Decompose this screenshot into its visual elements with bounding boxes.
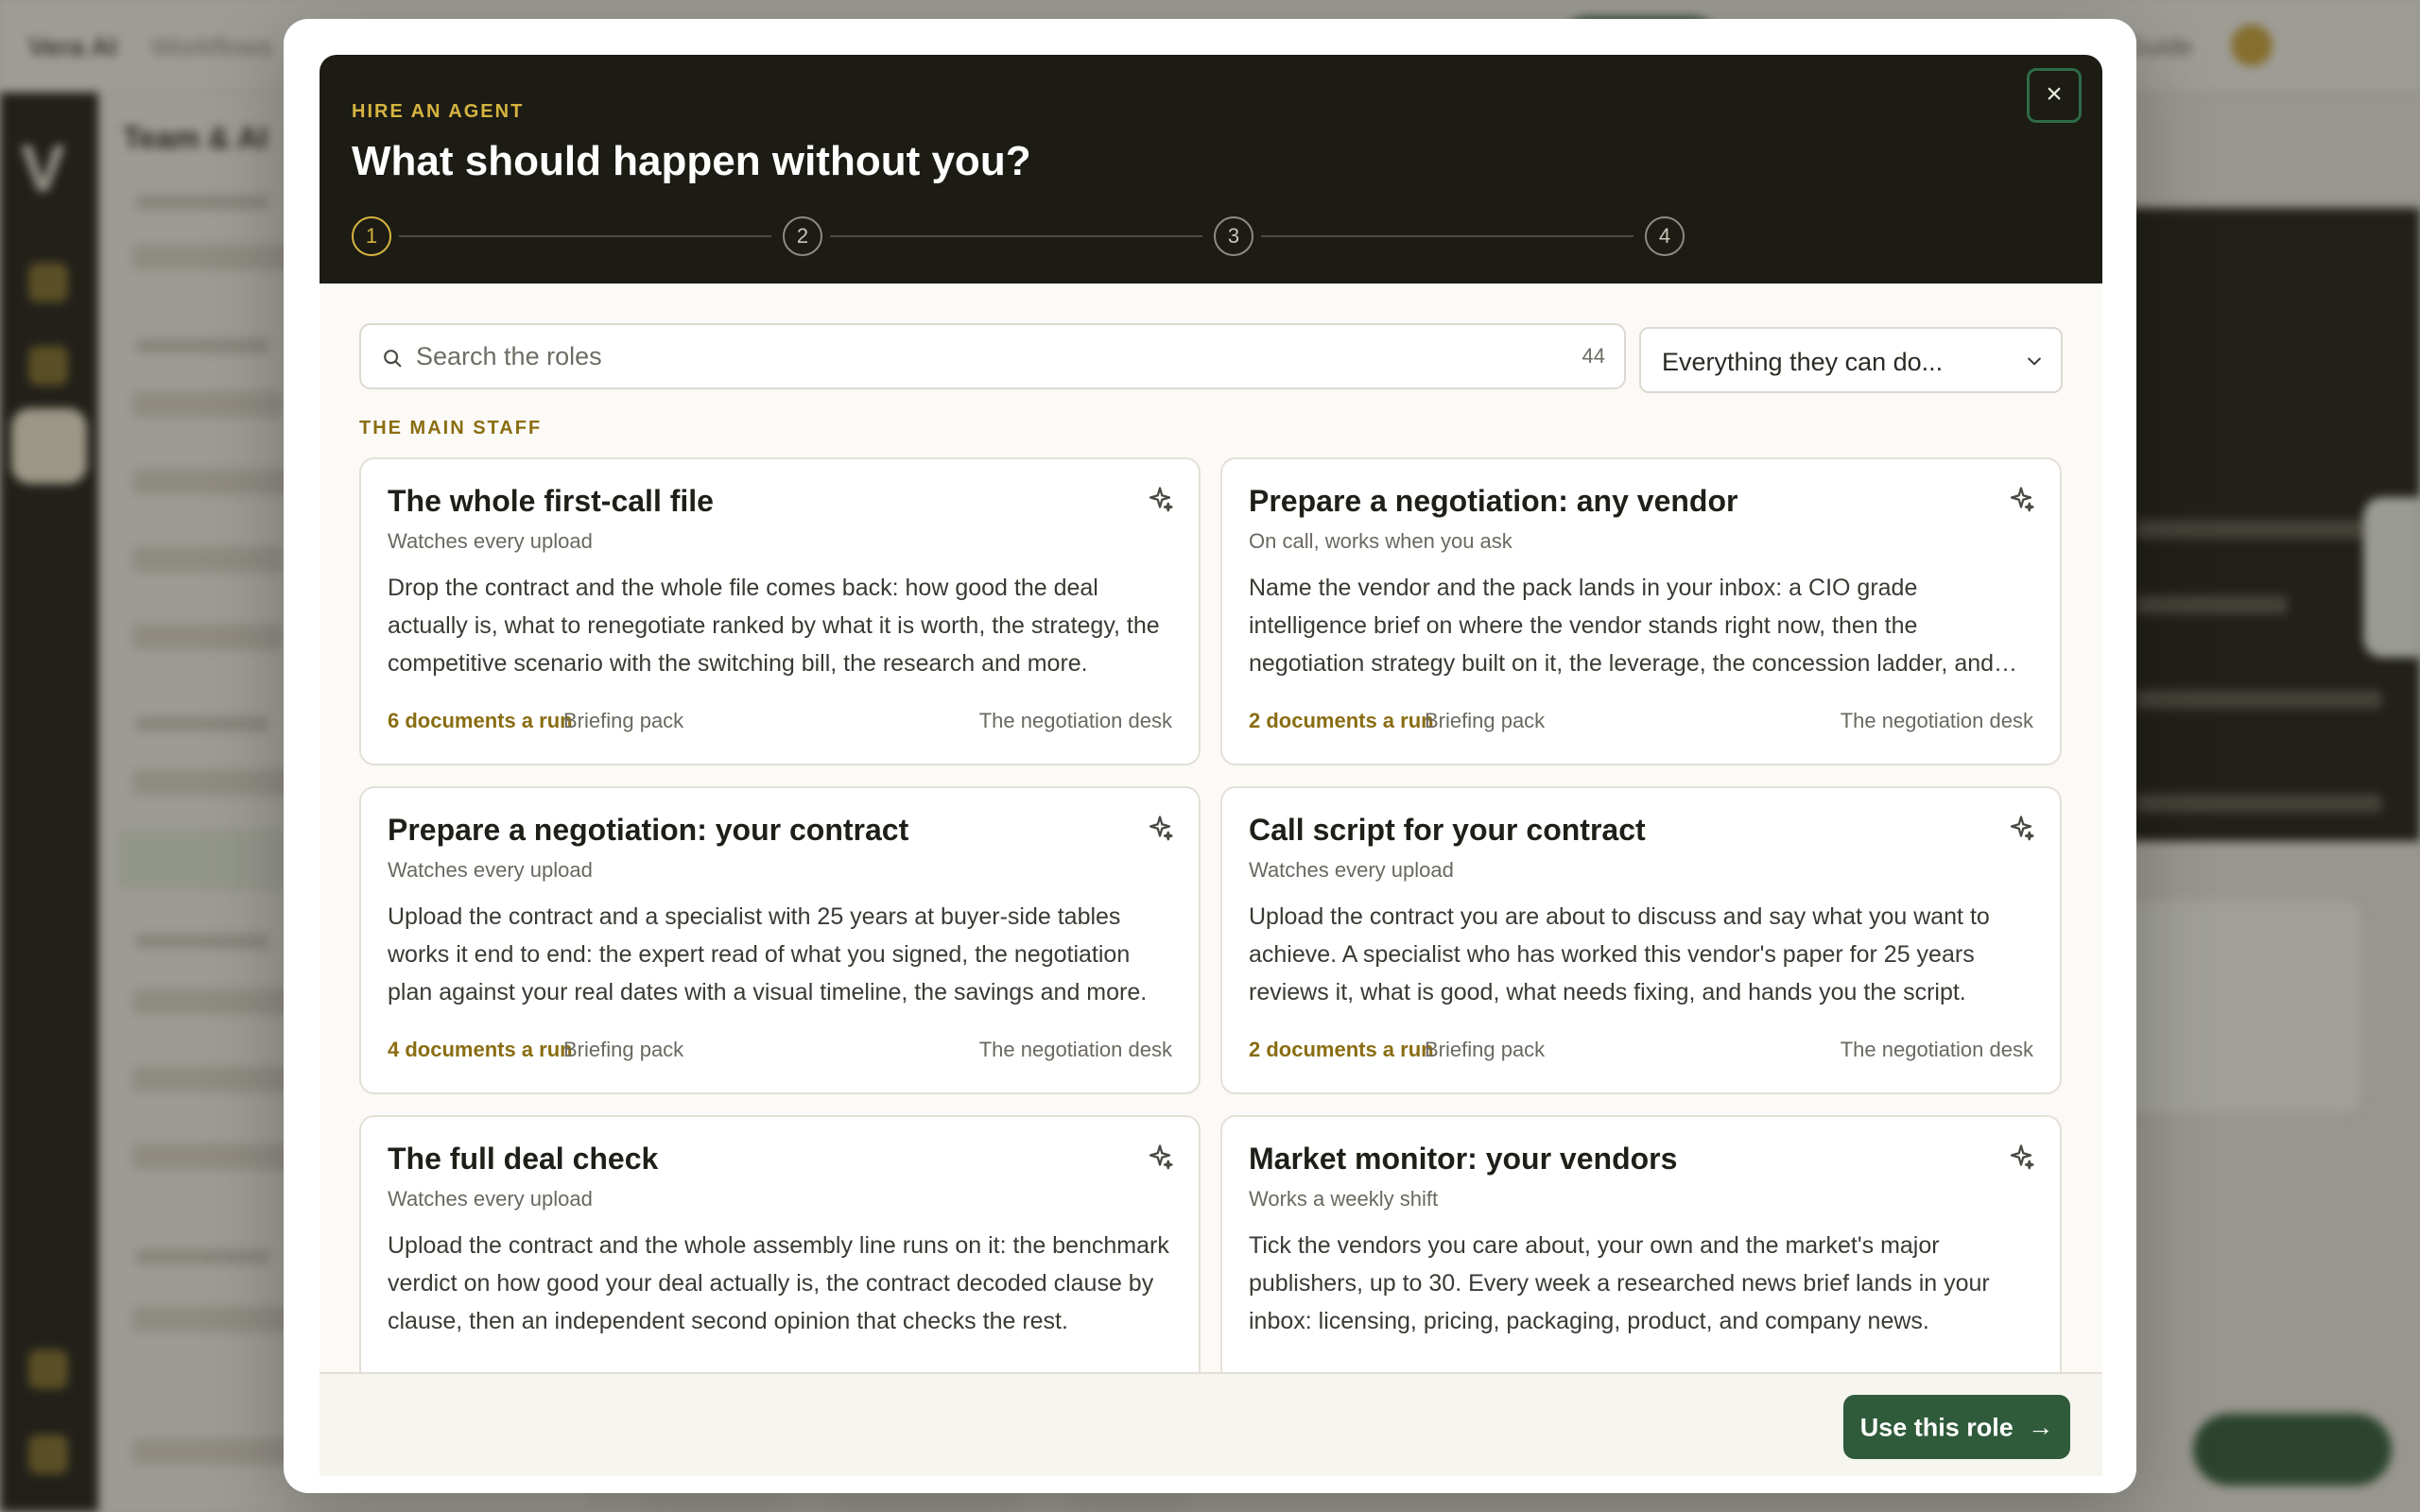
card-subtitle: Watches every upload (1249, 858, 1454, 882)
card-subtitle: Works a weekly shift (1249, 1187, 1439, 1211)
search-icon (384, 350, 402, 368)
card-description: Upload the contract and the whole assemb… (388, 1232, 1169, 1334)
card-desk: The negotiation desk (978, 709, 1172, 732)
card-desk: The negotiation desk (978, 1038, 1172, 1061)
role-card-full-deal-check[interactable]: The full deal check Watches every upload… (359, 1115, 1201, 1372)
card-subtitle: Watches every upload (388, 1187, 593, 1211)
role-card-negotiation-any-vendor[interactable]: Prepare a negotiation: any vendor On cal… (1220, 457, 2062, 765)
close-button[interactable]: × (2027, 68, 2082, 123)
step-1: 1 (352, 216, 391, 256)
step-indicator: 1 2 3 4 (352, 216, 1728, 256)
search-input[interactable] (416, 325, 1550, 387)
card-title: Market monitor: your vendors (1249, 1142, 1678, 1176)
sparkle-icon (2010, 1144, 2034, 1170)
modal-footer: Use this role → (320, 1372, 2102, 1476)
card-pack: Briefing pack (1425, 1038, 1546, 1061)
card-title: Prepare a negotiation: any vendor (1249, 484, 1738, 518)
sparkle-icon (2010, 487, 2034, 512)
card-description: Upload the contract and a specialist wit… (388, 903, 1148, 1005)
card-pack: Briefing pack (563, 1038, 684, 1061)
chevron-down-icon (2028, 357, 2041, 366)
section-label: THE MAIN STAFF (359, 418, 543, 438)
use-this-role-button[interactable]: Use this role → (1843, 1395, 2070, 1459)
capability-filter-select[interactable]: Everything they can do... (1639, 327, 2063, 393)
card-description: Name the vendor and the pack lands in yo… (1249, 575, 1995, 677)
card-pack: Briefing pack (563, 709, 684, 732)
sparkle-icon (1149, 1144, 1173, 1170)
card-subtitle: Watches every upload (388, 529, 593, 553)
card-desk: The negotiation desk (1840, 1038, 2033, 1061)
close-icon: × (2046, 78, 2063, 110)
role-card-market-monitor[interactable]: Market monitor: your vendors Works a wee… (1220, 1115, 2062, 1372)
card-docs-count: 2 documents a run (1249, 1038, 1434, 1061)
card-desk: The negotiation desk (1840, 709, 2033, 732)
modal-title: What should happen without you? (352, 138, 1031, 184)
modal-header: HIRE AN AGENT What should happen without… (320, 55, 2102, 284)
arrow-right-icon: → (2028, 1413, 2054, 1442)
card-docs-count: 6 documents a run (388, 709, 573, 732)
role-card-first-call-file[interactable]: The whole first-call file Watches every … (359, 457, 1201, 765)
step-connector (1261, 235, 1634, 237)
hire-agent-modal: HIRE AN AGENT What should happen without… (284, 19, 2136, 1493)
sparkle-icon (2010, 816, 2034, 841)
card-title: The whole first-call file (388, 484, 714, 518)
sparkle-icon (1149, 487, 1173, 512)
step-4: 4 (1645, 216, 1685, 256)
card-subtitle: On call, works when you ask (1249, 529, 1512, 553)
search-box: 44 (359, 323, 1626, 389)
card-docs-count: 4 documents a run (388, 1038, 573, 1061)
card-description: Upload the contract you are about to dis… (1249, 903, 1990, 1005)
filter-selected-value: Everything they can do... (1662, 348, 1944, 376)
card-title: Prepare a negotiation: your contract (388, 813, 909, 847)
role-card-negotiation-your-contract[interactable]: Prepare a negotiation: your contract Wat… (359, 786, 1201, 1094)
use-role-label: Use this role (1859, 1413, 2014, 1442)
role-card-call-script[interactable]: Call script for your contract Watches ev… (1220, 786, 2062, 1094)
sparkle-icon (1149, 816, 1173, 841)
card-title: The full deal check (388, 1142, 659, 1176)
step-3: 3 (1214, 216, 1253, 256)
card-subtitle: Watches every upload (388, 858, 593, 882)
step-connector (399, 235, 771, 237)
card-pack: Briefing pack (1425, 709, 1546, 732)
role-count: 44 (1582, 344, 1605, 368)
modal-kicker: HIRE AN AGENT (352, 101, 525, 122)
card-title: Call script for your contract (1249, 813, 1646, 847)
step-connector (830, 235, 1202, 237)
card-description: Drop the contract and the whole file com… (388, 575, 1160, 677)
step-2: 2 (783, 216, 822, 256)
card-description: Tick the vendors you care about, your ow… (1249, 1232, 1990, 1334)
modal-body[interactable]: 44 Everything they can do... THE MAIN ST… (320, 284, 2102, 1372)
card-docs-count: 2 documents a run (1249, 709, 1434, 732)
